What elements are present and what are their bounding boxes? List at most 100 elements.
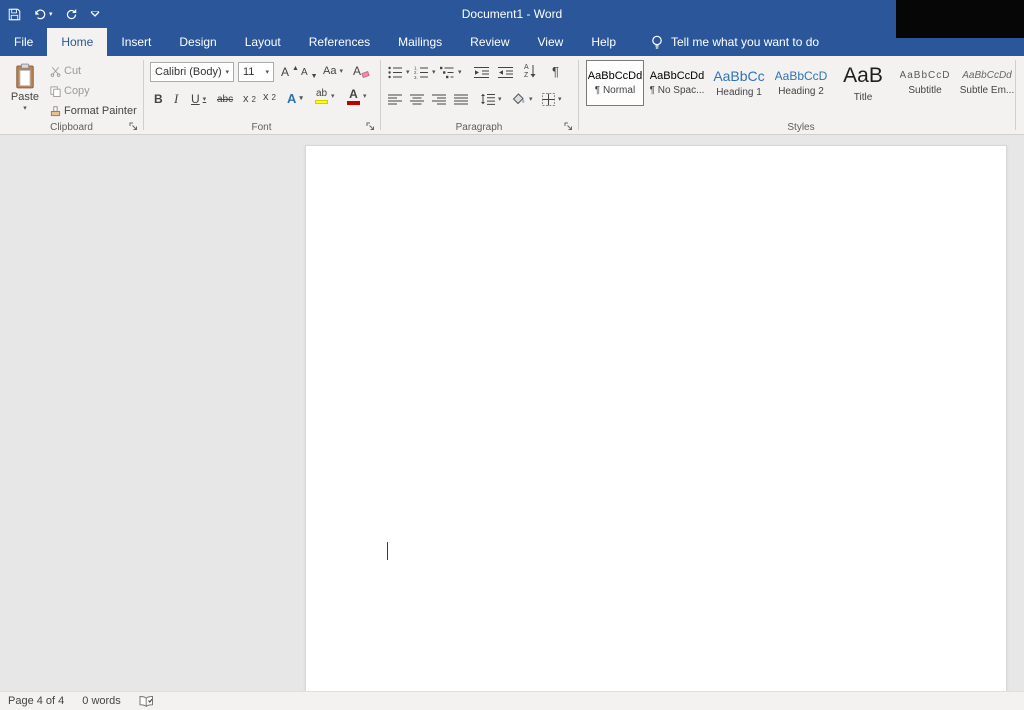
- highlight-color-bar: [315, 100, 328, 104]
- sort-icon: A Z: [524, 64, 536, 79]
- superscript-button[interactable]: x2: [263, 91, 276, 103]
- undo-dropdown-icon[interactable]: ▾: [49, 11, 53, 18]
- font-color-bar: [347, 101, 360, 105]
- font-size-dropdown-icon[interactable]: ▾: [262, 69, 269, 76]
- redo-button[interactable]: [65, 8, 78, 21]
- clear-format-glyph: A: [353, 64, 361, 78]
- italic-button[interactable]: I: [174, 91, 178, 107]
- styles-group-label: Styles: [578, 122, 1024, 133]
- font-color-dropdown-icon[interactable]: ▾: [363, 93, 367, 100]
- ribbon-tab[interactable]: View: [524, 28, 578, 56]
- ribbon-tab[interactable]: Insert: [107, 28, 165, 56]
- style-gallery-item[interactable]: AaBbCcDd Subtle Em...: [958, 60, 1016, 106]
- align-left-button[interactable]: [388, 94, 402, 105]
- font-name-combo[interactable]: Calibri (Body) ▾: [150, 62, 234, 82]
- subscript-button[interactable]: x2: [243, 93, 256, 105]
- shrink-font-glyph: A: [301, 67, 308, 78]
- svg-text:3.: 3.: [414, 75, 418, 79]
- cut-label: Cut: [64, 65, 81, 77]
- increase-indent-button[interactable]: [498, 66, 513, 79]
- justify-icon: [454, 94, 468, 105]
- ribbon-tab[interactable]: Help: [577, 28, 630, 56]
- document-page[interactable]: [305, 145, 1007, 691]
- change-case-button[interactable]: Aa▾: [323, 65, 343, 77]
- ribbon-tab[interactable]: Layout: [231, 28, 295, 56]
- proofing-status-icon[interactable]: [139, 695, 154, 707]
- bullets-icon: [388, 66, 403, 79]
- decrease-indent-button[interactable]: [474, 66, 489, 79]
- copy-button[interactable]: Copy: [50, 85, 90, 97]
- ribbon-tab[interactable]: Design: [165, 28, 230, 56]
- paste-label: Paste: [11, 91, 39, 103]
- align-right-button[interactable]: [432, 94, 446, 105]
- page-indicator[interactable]: Page 4 of 4: [8, 695, 64, 707]
- text-effects-dropdown-icon[interactable]: ▾: [299, 95, 303, 102]
- ribbon-tab[interactable]: File: [0, 28, 47, 56]
- grow-font-button[interactable]: A▲: [281, 65, 299, 79]
- group-clipboard: Paste ▾ Cut Copy Format Painter: [0, 56, 143, 134]
- font-name-value: Calibri (Body): [155, 66, 222, 78]
- style-gallery-item[interactable]: AaBbCcDd ¶ No Spac...: [648, 60, 706, 106]
- justify-button[interactable]: [454, 94, 468, 105]
- highlight-dropdown-icon[interactable]: ▾: [331, 93, 335, 100]
- line-spacing-button[interactable]: ▾: [480, 93, 502, 105]
- shading-button[interactable]: ▾: [512, 93, 533, 105]
- clear-formatting-button[interactable]: A: [353, 64, 369, 78]
- bullets-button[interactable]: ▾: [388, 66, 410, 79]
- paste-dropdown-icon[interactable]: ▾: [23, 105, 27, 112]
- style-gallery-item[interactable]: AaBbCcDd ¶ Normal: [586, 60, 644, 106]
- text-effects-button[interactable]: A▾: [287, 91, 303, 106]
- underline-button[interactable]: U▾: [191, 92, 206, 106]
- ribbon-tab[interactable]: References: [295, 28, 384, 56]
- titlebar: ▾ Document1 - Word: [0, 0, 1024, 28]
- increase-indent-icon: [498, 66, 513, 79]
- highlight-color-button[interactable]: ab ▾: [315, 89, 335, 104]
- font-size-combo[interactable]: 11 ▾: [238, 62, 274, 82]
- borders-button[interactable]: ▾: [542, 93, 562, 106]
- quick-access-toolbar: ▾: [8, 0, 100, 28]
- style-gallery-item[interactable]: AaBbCcD Subtitle: [896, 60, 954, 106]
- strikethrough-button[interactable]: abc: [217, 94, 233, 105]
- shrink-font-button[interactable]: A▼: [301, 67, 318, 78]
- change-case-dropdown-icon: ▾: [339, 68, 343, 75]
- ribbon: Paste ▾ Cut Copy Format Painter: [0, 56, 1024, 135]
- align-center-button[interactable]: [410, 94, 424, 105]
- style-gallery-item[interactable]: AaB Title: [834, 60, 892, 106]
- numbering-icon: 1.2.3.: [414, 66, 429, 79]
- bold-button[interactable]: B: [154, 92, 163, 106]
- align-right-icon: [432, 94, 446, 105]
- show-formatting-marks-button[interactable]: ¶: [552, 64, 559, 79]
- style-gallery-item[interactable]: AaBbCc Heading 1: [710, 60, 768, 106]
- underline-dropdown-icon[interactable]: ▾: [203, 96, 207, 103]
- multilevel-list-button[interactable]: ▾: [440, 66, 462, 79]
- copy-icon: [50, 86, 61, 97]
- borders-icon: [542, 93, 555, 106]
- shrink-caret-icon: ▼: [311, 73, 318, 80]
- style-gallery-item[interactable]: AaBbCcD Heading 2: [772, 60, 830, 106]
- document-title: Document1 - Word: [0, 0, 1024, 28]
- paragraph-group-label: Paragraph: [380, 122, 578, 133]
- font-color-button[interactable]: A ▾: [347, 88, 367, 105]
- eraser-icon: [361, 70, 369, 77]
- save-icon[interactable]: [8, 8, 21, 21]
- numbering-button[interactable]: 1.2.3. ▾: [414, 66, 436, 79]
- sort-button[interactable]: A Z: [524, 64, 536, 79]
- cut-button[interactable]: Cut: [50, 65, 81, 77]
- format-painter-label: Format Painter: [64, 105, 137, 117]
- font-color-glyph: A: [349, 88, 358, 100]
- text-cursor: [387, 542, 388, 560]
- ribbon-tab[interactable]: Mailings: [384, 28, 456, 56]
- undo-button[interactable]: ▾: [33, 8, 53, 20]
- clipboard-group-label: Clipboard: [0, 122, 143, 133]
- font-name-dropdown-icon[interactable]: ▾: [222, 69, 229, 76]
- tell-me-box[interactable]: Tell me what you want to do: [650, 28, 819, 56]
- ribbon-tab[interactable]: Home: [47, 28, 107, 56]
- format-painter-button[interactable]: Format Painter: [50, 105, 137, 117]
- ribbon-tab-bar: File Home Insert Design Layout Reference…: [0, 28, 1024, 56]
- pilcrow-glyph: ¶: [552, 64, 559, 79]
- customize-qat-chevron-icon[interactable]: [90, 11, 100, 18]
- status-bar: Page 4 of 4 0 words: [0, 691, 1024, 710]
- ribbon-tab[interactable]: Review: [456, 28, 523, 56]
- word-count[interactable]: 0 words: [82, 695, 121, 707]
- paste-button[interactable]: Paste ▾: [6, 59, 44, 129]
